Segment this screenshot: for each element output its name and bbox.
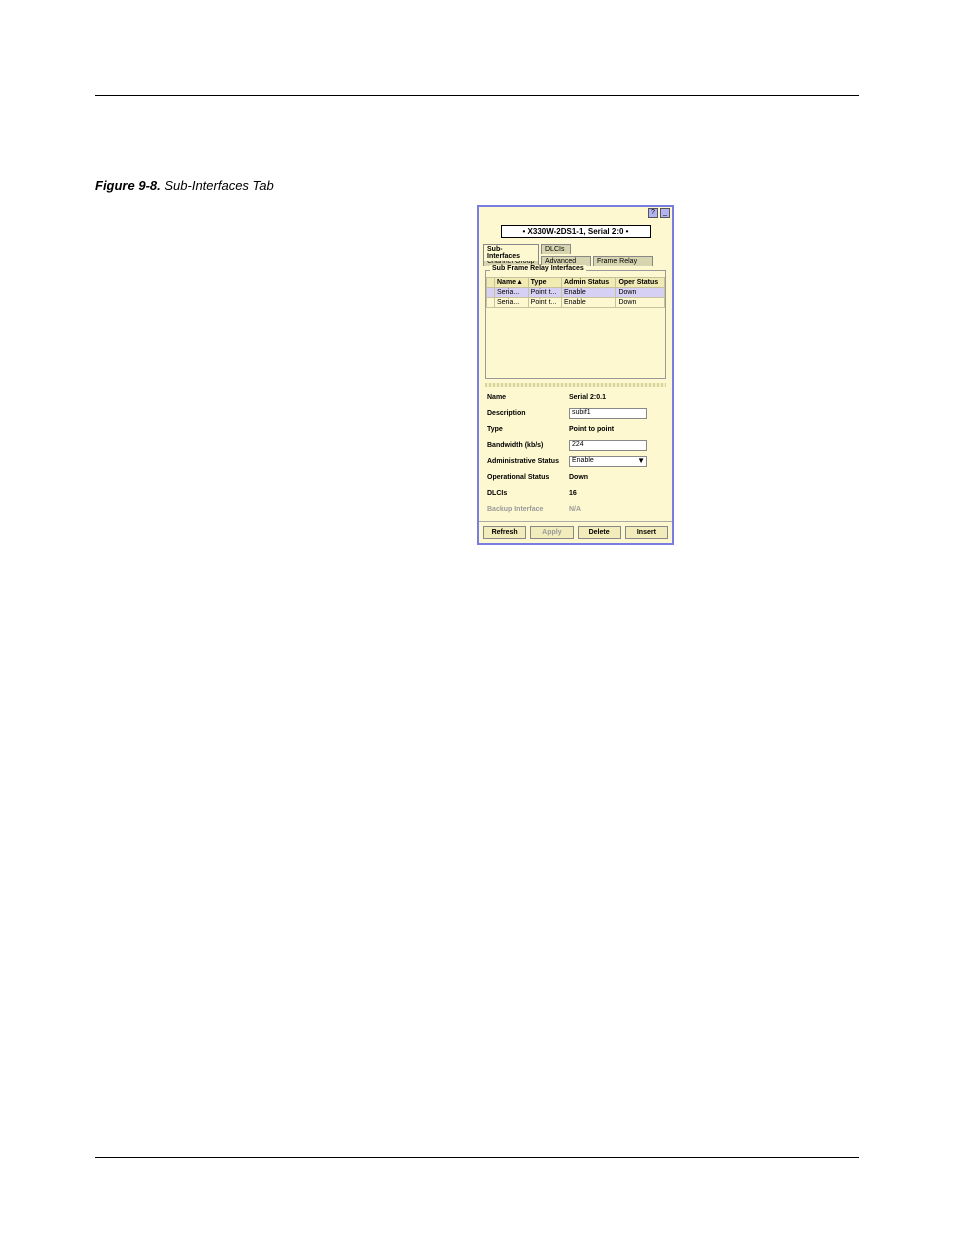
- select-admin-status[interactable]: Enable: [569, 456, 647, 467]
- header-rule: [95, 95, 859, 96]
- col-name[interactable]: Name▲: [495, 278, 529, 288]
- figure-caption: Figure 9-8. Sub-Interfaces Tab: [95, 178, 274, 193]
- grid-empty-space: [486, 308, 665, 378]
- refresh-button[interactable]: Refresh: [483, 526, 526, 539]
- input-description[interactable]: subif1: [569, 408, 647, 419]
- grid-header-row: Name▲ Type Admin Status Oper Status: [487, 278, 665, 288]
- label-dlcis: DLCIs: [487, 490, 569, 497]
- label-bandwidth: Bandwidth (kb/s): [487, 442, 569, 449]
- sub-frame-relay-group: Sub Frame Relay Interfaces Name▲ Type Ad…: [485, 270, 666, 379]
- col-admin[interactable]: Admin Status: [562, 278, 616, 288]
- label-description: Description: [487, 410, 569, 417]
- groupbox-label: Sub Frame Relay Interfaces: [490, 265, 586, 272]
- value-backup: N/A: [569, 506, 664, 513]
- help-icon[interactable]: ?: [648, 208, 658, 218]
- apply-button: Apply: [530, 526, 573, 539]
- tab-sub-interfaces[interactable]: Sub-Interfaces: [483, 244, 539, 261]
- grid-row[interactable]: Seria... Point t... Enable Down: [487, 298, 665, 308]
- label-oper-status: Operational Status: [487, 474, 569, 481]
- details-form: Name Serial 2:0.1 Description subif1 Typ…: [487, 391, 664, 515]
- input-bandwidth[interactable]: 224: [569, 440, 647, 451]
- tab-frame-relay[interactable]: Frame Relay: [593, 256, 653, 266]
- label-name: Name: [487, 394, 569, 401]
- splitter[interactable]: [485, 383, 666, 387]
- dialog-window: ? _ • X330W-2DS1-1, Serial 2:0 • Sub-Int…: [477, 205, 674, 545]
- insert-button[interactable]: Insert: [625, 526, 668, 539]
- label-type: Type: [487, 426, 569, 433]
- delete-button[interactable]: Delete: [578, 526, 621, 539]
- titlebar-icons: ? _: [648, 208, 670, 218]
- breadcrumb[interactable]: • X330W-2DS1-1, Serial 2:0 •: [501, 225, 651, 238]
- button-row: Refresh Apply Delete Insert: [479, 521, 672, 543]
- value-dlcis: 16: [569, 490, 664, 497]
- grid-row[interactable]: Seria... Point t... Enable Down: [487, 288, 665, 298]
- figure-title-text: Sub-Interfaces Tab: [164, 178, 273, 193]
- label-backup: Backup Interface: [487, 506, 569, 513]
- tab-dlcis[interactable]: DLCIs: [541, 244, 571, 254]
- minimize-icon[interactable]: _: [660, 208, 670, 218]
- interfaces-grid[interactable]: Name▲ Type Admin Status Oper Status Seri…: [486, 277, 665, 308]
- footer-rule: [95, 1157, 859, 1158]
- value-name: Serial 2:0.1: [569, 394, 664, 401]
- dialog-titlebar: ? _: [479, 207, 672, 221]
- value-oper-status: Down: [569, 474, 664, 481]
- col-type[interactable]: Type: [528, 278, 561, 288]
- value-type: Point to point: [569, 426, 664, 433]
- figure-number: Figure 9-8.: [95, 178, 161, 193]
- col-oper[interactable]: Oper Status: [616, 278, 665, 288]
- label-admin-status: Administrative Status: [487, 458, 569, 465]
